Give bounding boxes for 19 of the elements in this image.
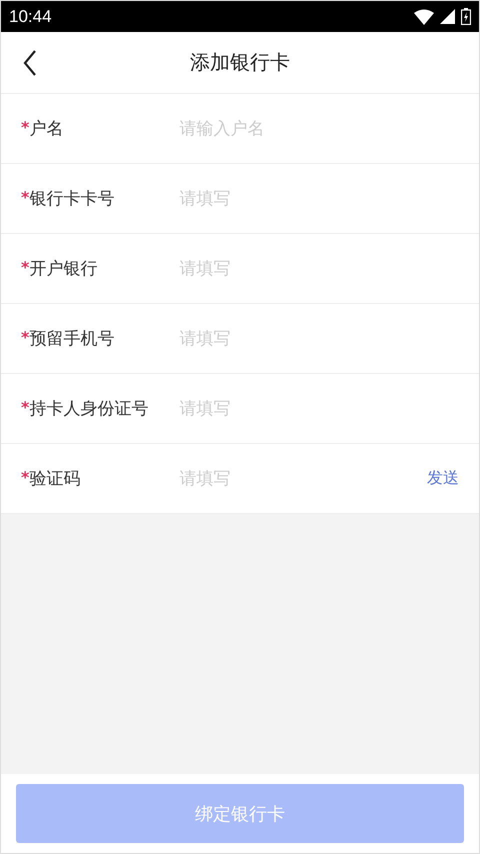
- required-mark: *: [21, 328, 30, 346]
- field-label: 验证码: [29, 468, 82, 490]
- required-mark: *: [21, 188, 30, 206]
- required-mark: *: [21, 398, 30, 416]
- signal-icon: [440, 9, 455, 24]
- field-label: 持卡人身份证号: [29, 398, 150, 420]
- clock-time: 10:44: [9, 6, 52, 26]
- required-mark: *: [21, 118, 30, 136]
- field-label: 预留手机号: [29, 328, 116, 350]
- field-label: 开户银行: [29, 258, 98, 280]
- required-mark: *: [21, 468, 30, 486]
- required-mark: *: [21, 258, 30, 276]
- field-label: 户名: [29, 118, 64, 140]
- send-link[interactable]: 发送: [427, 468, 459, 489]
- field-label: 银行卡卡号: [29, 188, 116, 210]
- wifi-icon: [414, 8, 434, 24]
- back-icon[interactable]: [23, 50, 37, 76]
- battery-icon: [461, 8, 471, 25]
- page-title: 添加银行卡: [190, 49, 290, 76]
